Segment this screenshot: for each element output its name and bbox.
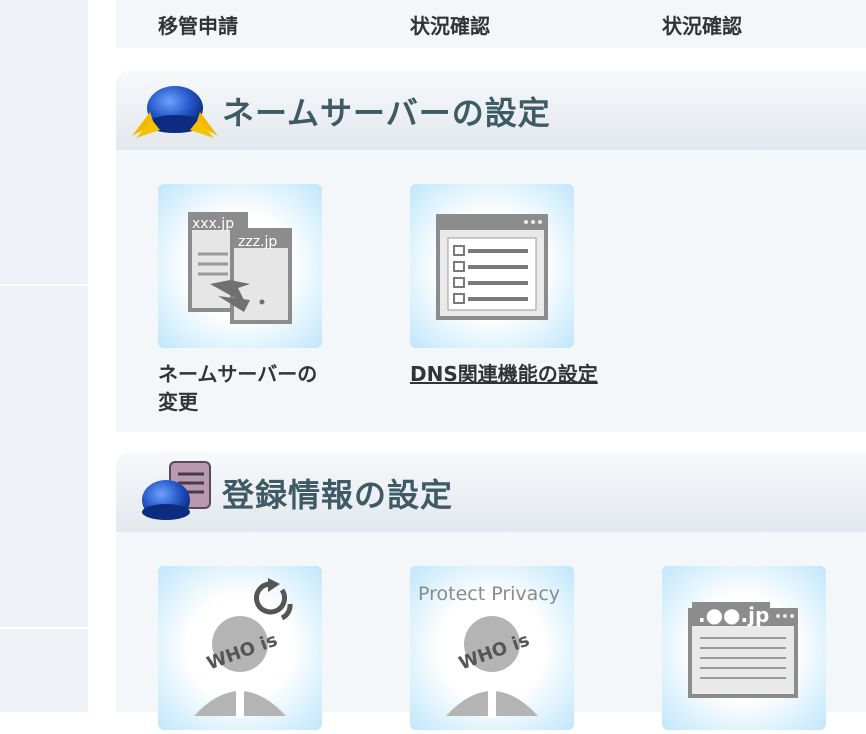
registration-document-icon (142, 461, 211, 520)
protect-privacy-icon: Protect Privacy WHO is (418, 583, 560, 718)
domain-info-tile[interactable]: .●●.jp (662, 566, 826, 730)
svg-text:Protect Privacy: Protect Privacy (418, 583, 560, 605)
registration-panel: WHO is Protect Privacy WHO is .●●.jp (116, 532, 866, 730)
sidebar-divider (0, 627, 88, 629)
top-panel: 移管申請 状況確認 状況確認 (116, 0, 866, 48)
sidebar-divider (0, 284, 88, 286)
registration-section-header: 登録情報の設定 (116, 452, 866, 534)
change-nameserver-label[interactable]: ネームサーバーの 変更 (158, 360, 317, 416)
nameserver-section-title: ネームサーバーの設定 (222, 94, 551, 132)
change-nameserver-tile[interactable]: xxx.jp zzz.jp (158, 184, 322, 348)
nameserver-globe-icon (132, 86, 218, 138)
registration-section-title: 登録情報の設定 (222, 476, 454, 514)
svg-text:xxx.jp: xxx.jp (192, 216, 234, 232)
svg-text:zzz.jp: zzz.jp (238, 234, 277, 250)
domain-document-icon: .●●.jp (688, 602, 798, 698)
whois-update-icon: WHO is (194, 578, 293, 718)
nameserver-section-header: ネームサーバーの設定 (116, 70, 866, 152)
left-sidebar (0, 0, 88, 712)
other-transfer-status-link[interactable]: 状況確認 (662, 10, 742, 39)
transfer-apply-link[interactable]: 移管申請 (158, 10, 238, 39)
dns-settings-link[interactable]: DNS関連機能の設定 (410, 360, 598, 388)
dns-list-icon (436, 214, 548, 320)
protect-privacy-tile[interactable]: Protect Privacy WHO is (410, 566, 574, 730)
nameserver-change-icon: xxx.jp zzz.jp (188, 212, 292, 324)
dns-settings-tile[interactable] (410, 184, 574, 348)
whois-update-tile[interactable]: WHO is (158, 566, 322, 730)
svg-text:.●●.jp: .●●.jp (698, 603, 769, 627)
nameserver-panel: xxx.jp zzz.jp ネームサーバーの 変更 DNS関連機能の設定 (116, 150, 866, 432)
transfer-status-link[interactable]: 状況確認 (410, 10, 490, 39)
